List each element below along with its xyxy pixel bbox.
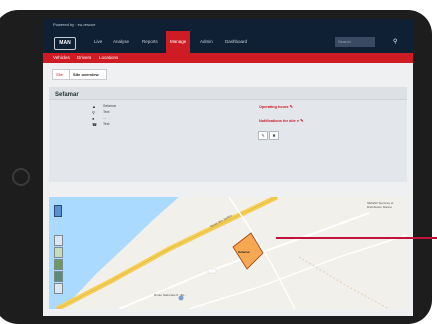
info-row-label: Sefamar	[103, 104, 117, 108]
info-row-label: Text	[103, 110, 110, 114]
nav-reports[interactable]: Reports	[138, 31, 162, 53]
site-title: Sefamar	[55, 92, 79, 98]
powered-by-bar: Powered by · eu-rescue	[43, 19, 413, 31]
top-nav: MAN Live Analyse Reports Manage Admin Da…	[43, 31, 413, 53]
place-label: Sefamar	[238, 250, 250, 254]
site-icon: ▲	[92, 104, 96, 109]
site-header-bar	[49, 87, 407, 100]
pencil-icon: ✎	[261, 133, 265, 138]
edit-icon[interactable]: ✎	[290, 105, 293, 109]
person-icon: ●	[92, 116, 95, 121]
pin-icon: ⚲	[92, 110, 95, 115]
side-label: SEMAD Services et Distribution Marine	[367, 201, 394, 209]
tab-site[interactable]: Site	[52, 69, 70, 80]
search-input[interactable]: Search	[335, 37, 375, 47]
subnav-drivers[interactable]: Drivers	[77, 53, 91, 63]
operating-hours-label: Operating hours	[259, 105, 289, 109]
notification-icon: ●	[296, 119, 300, 123]
edit-button[interactable]: ✎	[258, 131, 268, 140]
info-row-address: ⚲ Text	[92, 110, 110, 115]
delete-button[interactable]: ✖	[269, 131, 279, 140]
layer-control-1[interactable]	[54, 235, 63, 246]
subnav-vehicles[interactable]: Vehicles	[53, 53, 70, 63]
layer-control-5[interactable]	[54, 283, 63, 294]
phone-icon: ☎	[92, 122, 97, 127]
subnav-locations[interactable]: Locations	[99, 53, 118, 63]
map-scale-icon[interactable]	[54, 205, 62, 217]
layer-control-3[interactable]	[54, 259, 63, 270]
site-map[interactable]: Route des Jardins Sefamar Route National…	[49, 197, 407, 309]
track	[298, 256, 390, 309]
trash-icon: ✖	[272, 133, 276, 138]
info-row-contact: ● ...	[92, 116, 106, 121]
nav-dashboard[interactable]: Dashboard	[221, 31, 251, 53]
operating-hours-link[interactable]: Operating hours ✎	[259, 104, 293, 109]
edit-icon[interactable]: ✎	[300, 119, 303, 123]
nav-admin[interactable]: Admin	[196, 31, 217, 53]
nav-live[interactable]: Live	[90, 31, 106, 53]
home-button[interactable]	[12, 168, 30, 186]
info-row-label: Text	[103, 122, 110, 126]
layer-control-4[interactable]	[54, 271, 63, 282]
nav-manage[interactable]: Manage	[166, 31, 191, 53]
info-row-phone: ☎ Text	[92, 122, 110, 127]
info-row-name: ▲ Sefamar	[92, 104, 117, 109]
notifications-label: Notifications for site	[259, 119, 296, 123]
search-icon[interactable]: ⚲	[393, 37, 397, 47]
layer-control-2[interactable]	[54, 247, 63, 258]
nav-analyse[interactable]: Analyse	[109, 31, 133, 53]
info-row-label: ...	[103, 116, 106, 120]
tab-site-overview[interactable]: Site overview	[69, 69, 107, 80]
notifications-link[interactable]: Notifications for site ● ✎	[259, 118, 303, 123]
sub-nav: Vehicles Drivers Locations	[43, 53, 413, 63]
callout-line	[276, 237, 437, 239]
road-shield	[207, 268, 217, 274]
app-screen: Powered by · eu-rescue MAN Live Analyse …	[43, 19, 413, 316]
man-logo[interactable]: MAN	[54, 37, 76, 50]
poi-label: Route Nationale 8 · Bo...	[154, 293, 187, 297]
side-road-2	[188, 234, 407, 309]
